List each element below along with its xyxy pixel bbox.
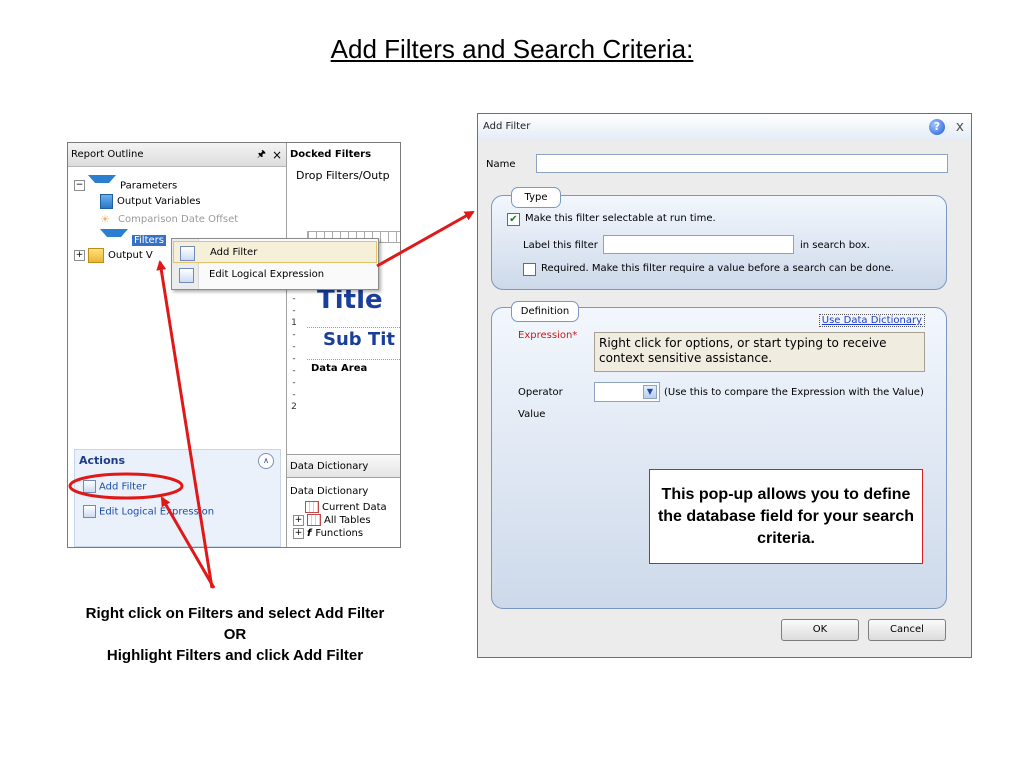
highlight-ellipse	[68, 472, 184, 500]
arrow-to-dialog	[376, 210, 475, 268]
caption-line-1: Right click on Filters and select Add Fi…	[85, 605, 385, 622]
caption-line-2: OR	[223, 626, 247, 643]
caption-line-3: Highlight Filters and click Add Filter	[106, 647, 364, 664]
instruction-caption: Right click on Filters and select Add Fi…	[20, 603, 450, 666]
